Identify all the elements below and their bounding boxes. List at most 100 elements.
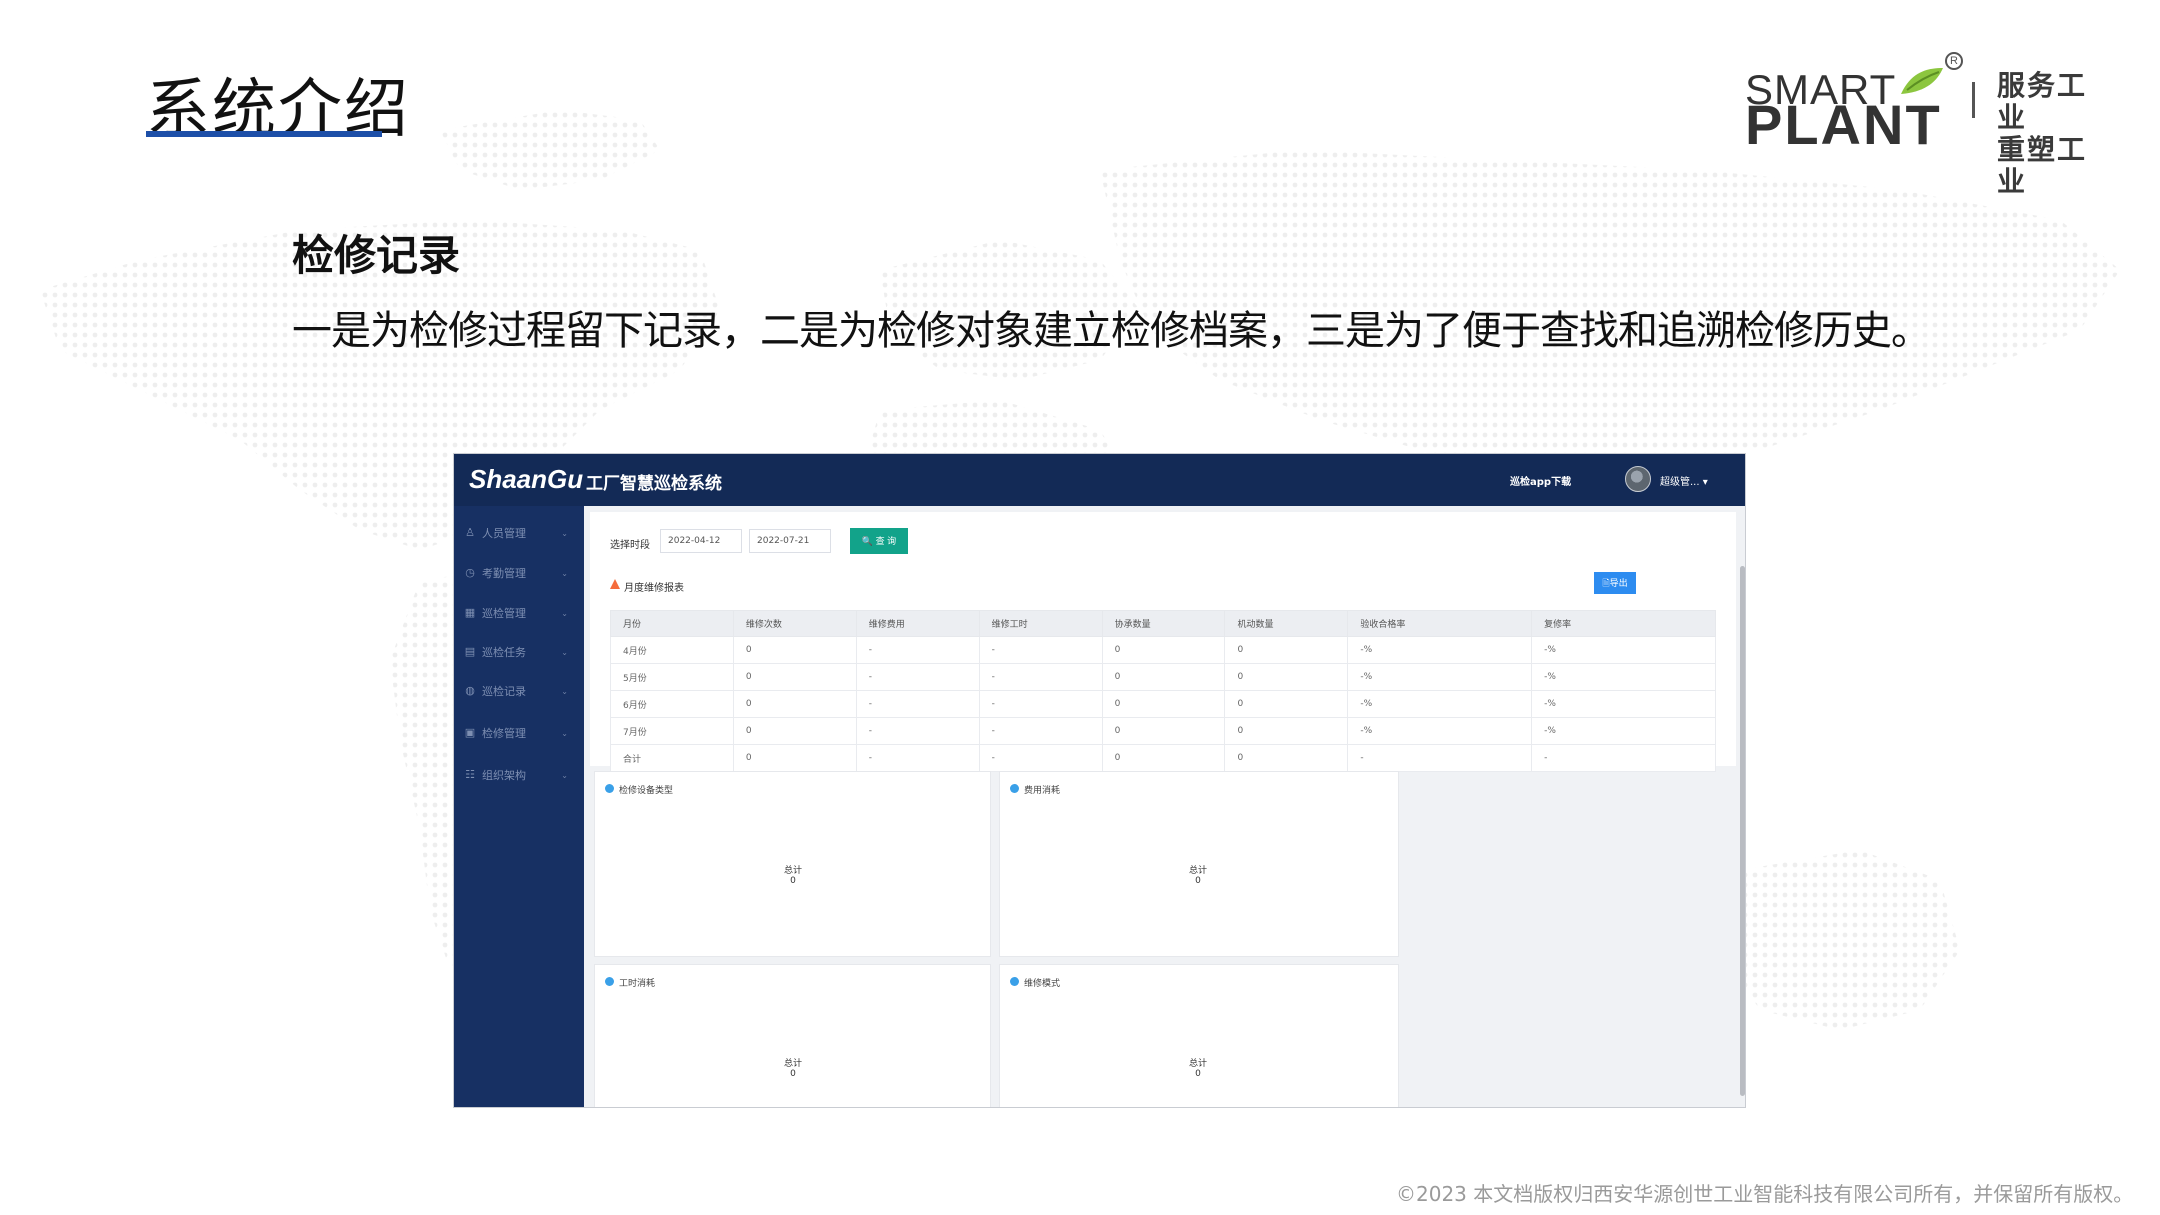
person-icon: ♙ [465, 526, 475, 539]
slogan-line-1: 服务工业 [1997, 69, 2088, 134]
chevron-down-icon: ⌄ [561, 770, 568, 780]
table-cell: -% [1531, 663, 1716, 691]
chevron-down-icon: ⌄ [561, 647, 568, 657]
main-content: 选择时段 🔍 查 询 月度维修报表 🗎导出 月份 维修次数 维修费用 [584, 506, 1745, 1107]
table-cell: - [855, 690, 980, 718]
grid-icon: ▦ [464, 606, 476, 619]
table-row[interactable]: 6月份 0 - - 0 0 -% -% [610, 690, 1716, 718]
sidebar-item-label: 巡检管理 [482, 607, 526, 620]
table-header-row: 月份 维修次数 维修费用 维修工时 协承数量 机动数量 验收合格率 复修率 [610, 610, 1716, 637]
query-button[interactable]: 🔍 查 询 [850, 528, 908, 554]
table-cell: -% [1347, 717, 1533, 745]
sidebar-item-label: 巡检记录 [482, 685, 526, 698]
avatar[interactable] [1625, 466, 1651, 492]
table-row[interactable]: 7月份 0 - - 0 0 -% -% [610, 717, 1716, 745]
table-cell: 0 [1224, 663, 1349, 691]
sidebar-item-attendance[interactable]: ◷ 考勤管理 ⌄ [454, 558, 584, 588]
sidebar-item-label: 检修管理 [482, 727, 526, 740]
table-cell: 0 [1101, 690, 1226, 718]
table-cell: -% [1347, 690, 1533, 718]
chart-total-value: 0 [790, 1069, 796, 1079]
chart-title: 费用消耗 [1024, 786, 1061, 796]
table-cell: 0 [732, 690, 857, 718]
chart-card-cost: 费用消耗 总计 0 [999, 771, 1399, 957]
vertical-scrollbar[interactable] [1740, 566, 1745, 1096]
brand-logo: SMART PLANT R 服务工业 重塑工业 [1745, 52, 2115, 198]
chart-total: 总计 0 [1168, 866, 1228, 886]
table-cell: 0 [1101, 744, 1226, 772]
leaf-icon [1901, 68, 1943, 94]
chart-total: 总计 0 [763, 866, 823, 886]
app-download-link[interactable]: 巡检app下载 [1510, 473, 1571, 488]
chevron-down-icon: ⌄ [561, 686, 568, 696]
table-cell: -% [1531, 690, 1716, 718]
table-cell: 5月份 [610, 663, 734, 691]
slogan-line-2: 重塑工业 [1997, 133, 2088, 198]
report-table: 月份 维修次数 维修费用 维修工时 协承数量 机动数量 验收合格率 复修率 4月… [610, 610, 1716, 772]
chart-total: 总计 0 [763, 1059, 823, 1079]
table-cell: 0 [1224, 744, 1349, 772]
chevron-down-icon: ⌄ [561, 608, 568, 618]
column-header[interactable]: 协承数量 [1101, 610, 1226, 637]
chart-title: 维修模式 [1024, 979, 1061, 989]
chart-icon [605, 977, 614, 986]
column-header[interactable]: 机动数量 [1224, 610, 1349, 637]
chart-card-repair-mode: 维修模式 总计 0 [999, 964, 1399, 1107]
sidebar-item-label: 人员管理 [482, 527, 526, 540]
table-cell: 0 [1224, 717, 1349, 745]
app-title: 工厂智慧巡检系统 [586, 474, 722, 494]
column-header[interactable]: 月份 [610, 610, 734, 637]
table-row[interactable]: 5月份 0 - - 0 0 -% -% [610, 663, 1716, 691]
export-button[interactable]: 🗎导出 [1594, 572, 1636, 594]
table-cell: -% [1531, 717, 1716, 745]
warning-icon [610, 579, 620, 589]
column-header[interactable]: 验收合格率 [1347, 610, 1533, 637]
sidebar-item-personnel[interactable]: ♙ 人员管理 ⌄ [454, 518, 584, 548]
column-header[interactable]: 维修费用 [855, 610, 980, 637]
registered-mark: R [1945, 52, 1963, 70]
table-row-total[interactable]: 合计 0 - - 0 0 - - [610, 744, 1716, 772]
chart-total-label: 总计 [1188, 1059, 1207, 1069]
chart-total-value: 0 [1195, 1069, 1201, 1079]
table-cell: - [1347, 744, 1533, 772]
end-date-input[interactable] [749, 529, 831, 553]
start-date-input[interactable] [660, 529, 742, 553]
table-cell: - [978, 690, 1103, 718]
sidebar-item-organization[interactable]: ☷ 组织架构 ⌄ [454, 760, 584, 790]
period-label: 选择时段 [610, 540, 650, 551]
sidebar-item-inspection-tasks[interactable]: ▤ 巡检任务 ⌄ [454, 637, 584, 667]
chart-title: 工时消耗 [619, 979, 656, 989]
table-cell: -% [1531, 636, 1716, 664]
column-header[interactable]: 复修率 [1531, 610, 1716, 637]
chart-total-label: 总计 [783, 1059, 802, 1069]
chart-total-label: 总计 [1188, 866, 1207, 876]
table-cell: 4月份 [610, 636, 734, 664]
column-header[interactable]: 维修工时 [978, 610, 1103, 637]
chart-total-value: 0 [1195, 876, 1201, 886]
column-header[interactable]: 维修次数 [732, 610, 857, 637]
sidebar-item-inspection-records[interactable]: ◍ 巡检记录 ⌄ [454, 676, 584, 706]
table-row[interactable]: 4月份 0 - - 0 0 -% -% [610, 636, 1716, 664]
table-cell: -% [1347, 663, 1533, 691]
table-cell: 0 [1224, 690, 1349, 718]
table-cell: - [978, 744, 1103, 772]
chart-card-labor-hours: 工时消耗 总计 0 [594, 964, 991, 1107]
user-menu[interactable]: 超级管... ▾ [1660, 473, 1708, 488]
table-cell: 0 [732, 717, 857, 745]
calendar-icon: ▤ [464, 645, 476, 658]
report-panel: 选择时段 🔍 查 询 月度维修报表 🗎导出 月份 维修次数 维修费用 [590, 512, 1736, 772]
app-logo[interactable]: ShaanGu [469, 464, 583, 495]
brand-slogan: 服务工业 重塑工业 [1997, 70, 2115, 198]
brand-plant-text: PLANT [1745, 93, 1942, 156]
table-cell: -% [1347, 636, 1533, 664]
table-cell: - [978, 636, 1103, 664]
sidebar-item-inspection[interactable]: ▦ 巡检管理 ⌄ [454, 598, 584, 628]
chart-icon [605, 784, 614, 793]
chart-title: 检修设备类型 [619, 786, 674, 796]
table-cell: - [1531, 744, 1716, 772]
table-cell: 0 [1101, 663, 1226, 691]
table-cell: 7月份 [610, 717, 734, 745]
section-title: 检修记录 [292, 231, 461, 280]
chart-card-equipment-type: 检修设备类型 总计 0 [594, 771, 991, 957]
sidebar-item-maintenance[interactable]: ▣ 检修管理 ⌄ [454, 718, 584, 748]
